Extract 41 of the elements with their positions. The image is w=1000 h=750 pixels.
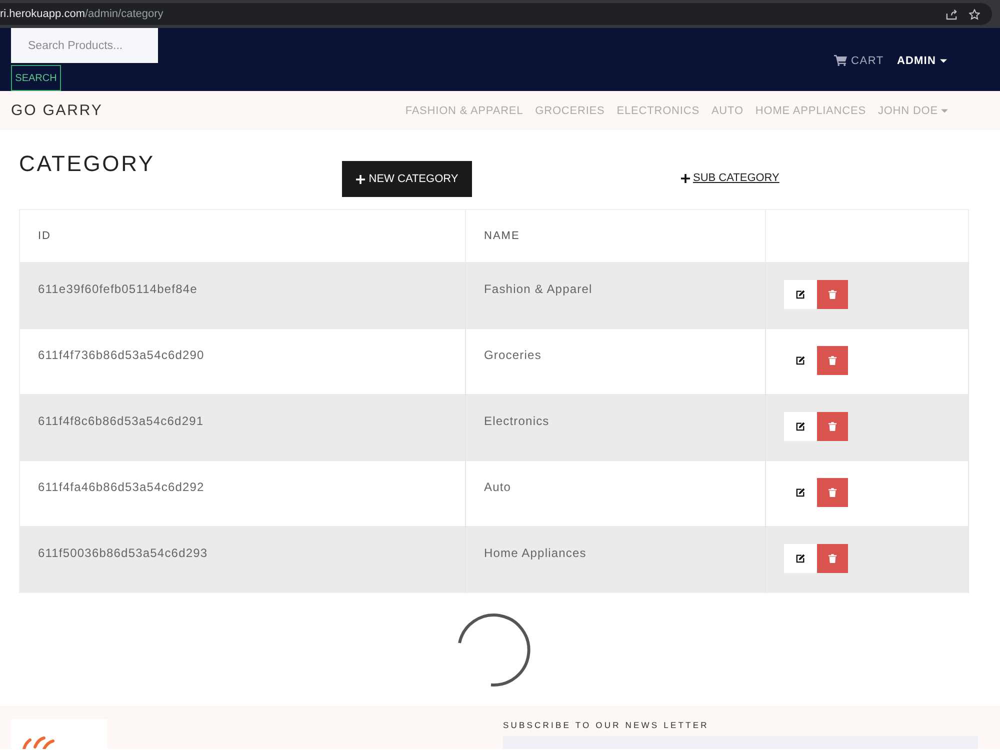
edit-button[interactable] — [784, 412, 817, 441]
cart-link[interactable]: CART — [834, 54, 884, 66]
cart-icon — [834, 55, 847, 66]
table-cell: Fashion & Apparel — [466, 262, 766, 328]
new-category-button[interactable]: NEW CATEGORY — [342, 161, 472, 197]
brand-name[interactable]: GO GARRY — [11, 102, 103, 119]
search-button[interactable]: SEARCH — [11, 65, 61, 91]
table-cell: 611f4f8c6b86d53a54c6d291 — [20, 394, 466, 460]
delete-button[interactable] — [817, 412, 848, 441]
newsletter-heading: SUBSCRIBE TO OUR NEWS LETTER — [503, 719, 710, 731]
account-menu[interactable]: ADMIN — [896, 54, 947, 66]
address-bar[interactable]: ri.herokuapp.com/admin/category — [0, 8, 164, 20]
trash-icon — [828, 554, 837, 563]
trash-icon — [828, 356, 837, 365]
caret-icon — [941, 108, 948, 112]
delete-button[interactable] — [817, 478, 848, 507]
delete-button[interactable] — [817, 346, 848, 375]
trash-icon — [828, 422, 837, 431]
caret-icon — [940, 58, 947, 62]
star-icon[interactable] — [969, 8, 980, 20]
edit-button[interactable] — [784, 544, 817, 573]
page-title: CATEGORY — [19, 150, 156, 178]
trash-icon — [828, 488, 837, 497]
table-cell: Home Appliances — [466, 526, 766, 592]
search-field[interactable]: Search Products... — [11, 28, 158, 63]
table-cell: 611f50036b86d53a54c6d293 — [20, 526, 466, 592]
plus-icon — [681, 174, 690, 182]
sub-category-link[interactable]: SUB CATEGORY — [693, 172, 780, 184]
edit-icon — [796, 488, 805, 497]
delete-button[interactable] — [817, 544, 848, 573]
share-icon[interactable] — [946, 8, 957, 20]
delete-button[interactable] — [817, 280, 848, 309]
edit-button[interactable] — [784, 280, 817, 309]
edit-icon — [796, 554, 805, 563]
table-cell: 611e39f60fefb05114bef84e — [20, 262, 466, 328]
table-cell: Electronics — [466, 394, 766, 460]
edit-icon — [796, 422, 805, 431]
plus-icon — [356, 174, 365, 184]
edit-icon — [796, 356, 805, 365]
edit-icon — [796, 290, 805, 299]
trash-icon — [828, 290, 837, 299]
